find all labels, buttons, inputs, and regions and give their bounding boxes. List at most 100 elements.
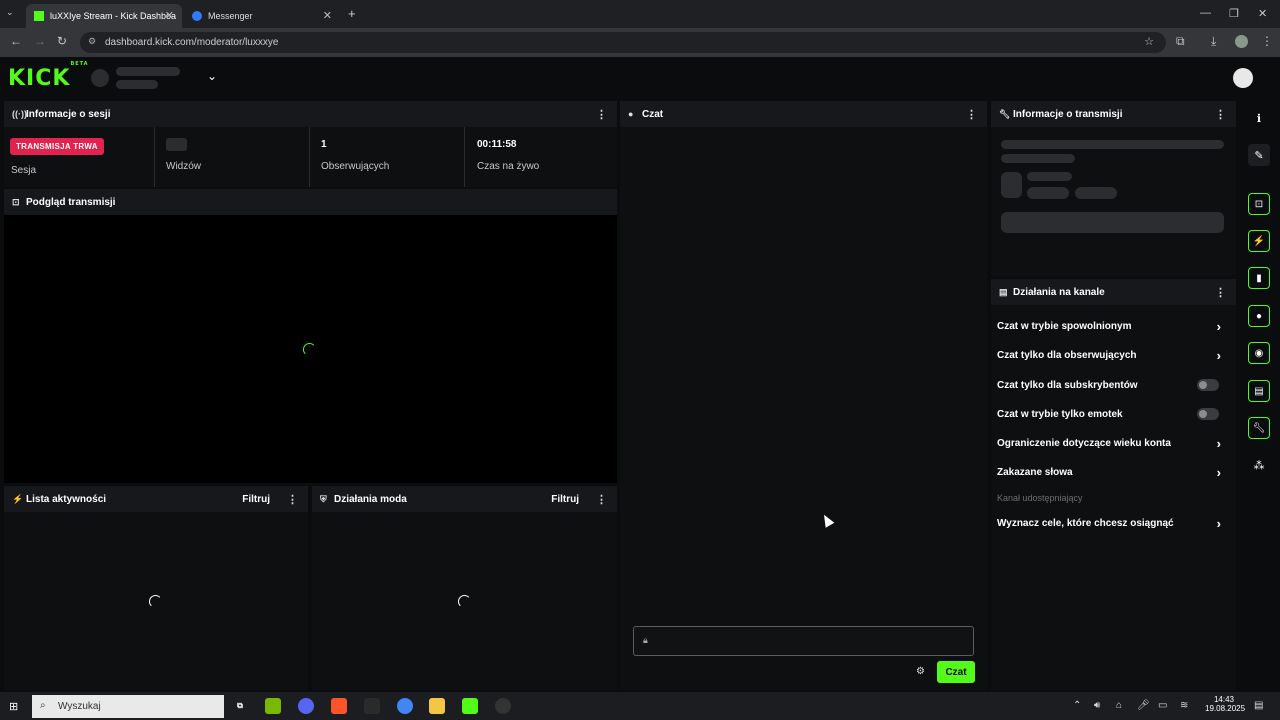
action-account-age[interactable]: Ograniczenie dotyczące wieku konta › (997, 436, 1227, 451)
session-toggle-icon[interactable]: ◉ (1248, 342, 1270, 364)
url-field[interactable]: ⚙ dashboard.kick.com/moderator/luxxxye ☆ (80, 32, 1166, 53)
chat-settings-gear-icon[interactable]: ⚙ (916, 666, 925, 677)
channel-actions-toggle-icon[interactable]: ▤ (1248, 380, 1270, 402)
mod-actions-header: ⛨ Działania moda Filtruj ⋮ (312, 486, 617, 512)
chevron-right-icon: › (1216, 436, 1221, 451)
action-label: Zakazane słowa (997, 467, 1073, 478)
chat-panel: ● Czat ⋮ (620, 101, 987, 690)
close-window-icon[interactable]: ✕ (1258, 7, 1267, 20)
url-text: dashboard.kick.com/moderator/luxxxye (105, 37, 279, 48)
chat-toggle-icon[interactable]: ● (1248, 305, 1270, 327)
restore-icon[interactable]: ❐ (1229, 7, 1239, 20)
panel-title: Informacje o sesji (26, 108, 111, 120)
reload-icon[interactable]: ↻ (57, 34, 67, 48)
site-info-icon[interactable]: ⚙ (88, 36, 96, 47)
mod-actions-filter-button[interactable]: Filtruj (551, 494, 579, 505)
volume-icon[interactable]: 🔊︎ (1094, 700, 1100, 711)
more-options-icon[interactable]: ⋮ (1215, 108, 1226, 121)
tab-list-icon[interactable]: ⌄ (6, 7, 14, 18)
download-icon[interactable]: ⤓ (1211, 34, 1216, 49)
bookmark-star-icon[interactable]: ☆ (1144, 35, 1154, 48)
more-options-icon[interactable]: ⋮ (1215, 286, 1226, 299)
action-banned-words[interactable]: Zakazane słowa › (997, 465, 1227, 480)
info-icon[interactable]: ℹ (1248, 107, 1270, 129)
layout-icon[interactable]: ⁂ (1248, 454, 1270, 476)
action-label: Wyznacz cele, które chcesz osiągnąć (997, 518, 1174, 529)
chrome-app-icon[interactable] (397, 698, 413, 714)
more-options-icon[interactable]: ⋮ (966, 108, 977, 121)
action-set-goals[interactable]: Wyznacz cele, które chcesz osiągnąć › (997, 516, 1227, 531)
microphone-icon[interactable]: 🎤︎ (1137, 700, 1150, 711)
live-status-badge: TRANSMISJA TRWA (10, 138, 104, 155)
kick-app-icon[interactable] (462, 698, 478, 714)
tab-kick-dashboard[interactable]: luXXIye Stream - Kick Dashboa ✕ (26, 4, 182, 28)
kick-logo[interactable]: KICKBETA (8, 61, 89, 91)
new-tab-icon[interactable]: + (348, 6, 356, 21)
extensions-icon[interactable]: ⧉ (1176, 34, 1185, 49)
file-explorer-icon[interactable] (429, 698, 445, 714)
stream-subtitle-placeholder (1001, 154, 1075, 163)
stream-info-toggle-icon[interactable]: 🔧︎ (1248, 417, 1270, 439)
wrench-icon: 🔧︎ (999, 108, 1011, 119)
tab-title: Messenger (208, 11, 253, 21)
channel-actions-panel: ▤ Działania na kanale ⋮ (991, 279, 1236, 690)
forward-icon[interactable]: → (34, 34, 46, 48)
more-options-icon[interactable]: ⋮ (596, 108, 607, 121)
taskbar-clock[interactable]: 14:43 19.08.2025 (1205, 695, 1245, 713)
chat-send-button[interactable]: Czat (937, 661, 975, 683)
activity-list-panel: ⚡ Lista aktywności Filtruj ⋮ (4, 486, 308, 690)
action-slow-mode[interactable]: Czat w trybie spowolnionym › (997, 319, 1227, 334)
activity-filter-button[interactable]: Filtruj (242, 494, 270, 505)
stream-preview-panel: ⊡ Podgląd transmisji (4, 189, 617, 483)
shield-icon: ⛨ (320, 493, 327, 504)
tab-messenger[interactable]: Messenger ✕ (184, 4, 340, 28)
tab-title: luXXIye Stream - Kick Dashboa (50, 11, 177, 21)
viewers-value-placeholder (166, 138, 187, 151)
close-icon[interactable]: ✕ (165, 9, 174, 22)
action-subscribers-only: Czat tylko dla subskrybentów (997, 379, 1227, 391)
action-label: Czat tylko dla subskrybentów (997, 380, 1138, 391)
chat-message-input[interactable]: 🔒︎ (633, 626, 974, 656)
preview-toggle-icon[interactable]: ⊡ (1248, 193, 1270, 215)
notifications-icon[interactable]: ▤ (1254, 700, 1263, 711)
nvidia-app-icon[interactable] (265, 698, 281, 714)
action-label: Czat w trybie tylko emotek (997, 409, 1123, 420)
windows-start-icon[interactable]: ⊞ (9, 700, 18, 713)
discord-app-icon[interactable] (298, 698, 314, 714)
activity-toggle-icon[interactable]: ⚡ (1248, 230, 1270, 252)
followers-label: Obserwujących (321, 161, 390, 172)
emote-only-toggle[interactable] (1197, 408, 1219, 420)
obs-app-icon[interactable] (495, 698, 511, 714)
logo-text: KICK (8, 66, 71, 91)
tag-placeholder (1027, 187, 1069, 199)
chevron-right-icon: › (1216, 319, 1221, 334)
channel-sub-placeholder (116, 80, 158, 89)
browser-menu-icon[interactable]: ⋮ (1261, 34, 1273, 48)
minimize-icon[interactable]: — (1200, 7, 1211, 19)
sharing-channel-section-label: Kanał udostępniający (997, 493, 1083, 503)
more-options-icon[interactable]: ⋮ (287, 493, 298, 506)
profile-avatar[interactable] (1235, 35, 1248, 48)
kick-favicon-icon (34, 11, 44, 21)
viewers-label: Widzów (166, 161, 202, 172)
user-avatar[interactable] (1233, 68, 1253, 88)
action-followers-only[interactable]: Czat tylko dla obserwujących › (997, 348, 1227, 363)
epic-games-app-icon[interactable] (364, 698, 380, 714)
network-icon[interactable]: ⌂ (1116, 700, 1122, 711)
taskbar-search-box[interactable]: ⌕ Wyszukaj (32, 695, 224, 718)
mod-actions-toggle-icon[interactable]: ▮ (1248, 267, 1270, 289)
back-icon[interactable]: ← (10, 34, 22, 48)
subscribers-only-toggle[interactable] (1197, 379, 1219, 391)
lightning-icon: ⚡ (12, 493, 24, 504)
more-options-icon[interactable]: ⋮ (596, 493, 607, 506)
tray-overflow-icon[interactable]: ⌃ (1073, 700, 1081, 711)
task-view-icon[interactable]: ⧉ (232, 698, 248, 714)
wifi-icon[interactable]: ≋ (1180, 700, 1188, 711)
broadcast-icon: ((·)) (12, 109, 27, 119)
category-name-placeholder (1027, 172, 1072, 181)
channel-switch-chevron-icon[interactable]: ⌄ (207, 69, 217, 83)
edit-pencil-icon[interactable]: ✎ (1248, 144, 1270, 166)
brave-app-icon[interactable] (331, 698, 347, 714)
display-icon[interactable]: ▭ (1158, 700, 1167, 711)
close-icon[interactable]: ✕ (323, 9, 332, 22)
